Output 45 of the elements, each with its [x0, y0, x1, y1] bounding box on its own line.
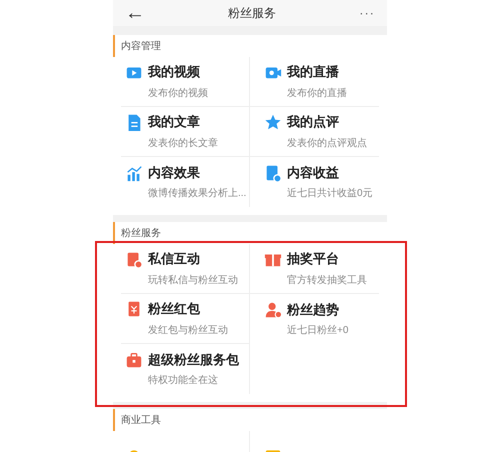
item-subtitle: 发布你的直播 [286, 86, 348, 101]
service-item[interactable]: 我的直播 发布你的直播 [250, 57, 379, 107]
service-item[interactable]: 超级粉丝服务包 特权功能全在这 [121, 344, 250, 394]
item-subtitle: 微博传播效果分析上... [147, 186, 248, 202]
item-subtitle: 发布你的视频 [147, 86, 209, 101]
item-subtitle: 特权功能全在这 [147, 374, 219, 388]
section-title: 内容管理 [121, 40, 161, 54]
service-item[interactable]: 我的文章 发表你的长文章 [121, 107, 250, 157]
message-icon [125, 250, 143, 268]
service-item[interactable]: 粉丝趋势 近七日粉丝+0 [250, 294, 379, 344]
service-item[interactable]: 我的点评 发表你的点评观点 [250, 107, 379, 157]
item-subtitle: 发表你的点评观点 [286, 136, 368, 151]
item-title: 粉丝趋势 [287, 300, 339, 319]
service-item[interactable]: 粉丝红包 发红包与粉丝互动 [121, 294, 250, 344]
item-subtitle: 发表你的长文章 [147, 136, 219, 151]
briefcase-icon [125, 350, 143, 368]
service-item[interactable]: 抽奖平台 官方转发抽奖工具 [250, 244, 379, 294]
item-title: 内容效果 [148, 164, 200, 182]
item-title: 内容收益 [287, 164, 339, 182]
more-button[interactable]: ··· [359, 4, 375, 22]
item-title: 超级粉丝服务包 [148, 350, 239, 369]
item-title: 我的直播 [287, 63, 339, 82]
service-item[interactable]: 内容效果 微博传播效果分析上... [121, 157, 250, 207]
item-subtitle: 近七日共计收益0元 [286, 186, 374, 202]
item-title: 私信互动 [148, 250, 200, 268]
person-icon [264, 300, 282, 318]
section-title: 商业工具 [121, 414, 161, 428]
item-title: 粉丝红包 [148, 300, 200, 318]
item-title: 我的点评 [287, 113, 339, 132]
service-item[interactable]: 私信互动 玩转私信与粉丝互动 [121, 244, 250, 294]
item-title: 我的视频 [148, 63, 200, 82]
chart-icon [125, 164, 143, 182]
item-subtitle: 发红包与粉丝互动 [147, 324, 229, 338]
back-button[interactable]: ← [125, 3, 145, 23]
item-title: 抽奖平台 [287, 250, 339, 268]
report-icon [264, 164, 282, 182]
item-title: 我的文章 [148, 113, 200, 132]
star-icon [264, 113, 282, 131]
service-item[interactable]: 我的视频 发布你的视频 [121, 57, 250, 107]
section-title: 粉丝服务 [121, 226, 161, 240]
page-title: 粉丝服务 [228, 5, 276, 22]
service-item[interactable]: 内容收益 近七日共计收益0元 [250, 157, 379, 207]
item-subtitle: 近七日粉丝+0 [286, 324, 350, 338]
item-subtitle: 玩转私信与粉丝互动 [147, 274, 239, 288]
item-subtitle: 官方转发抽奖工具 [286, 274, 368, 288]
